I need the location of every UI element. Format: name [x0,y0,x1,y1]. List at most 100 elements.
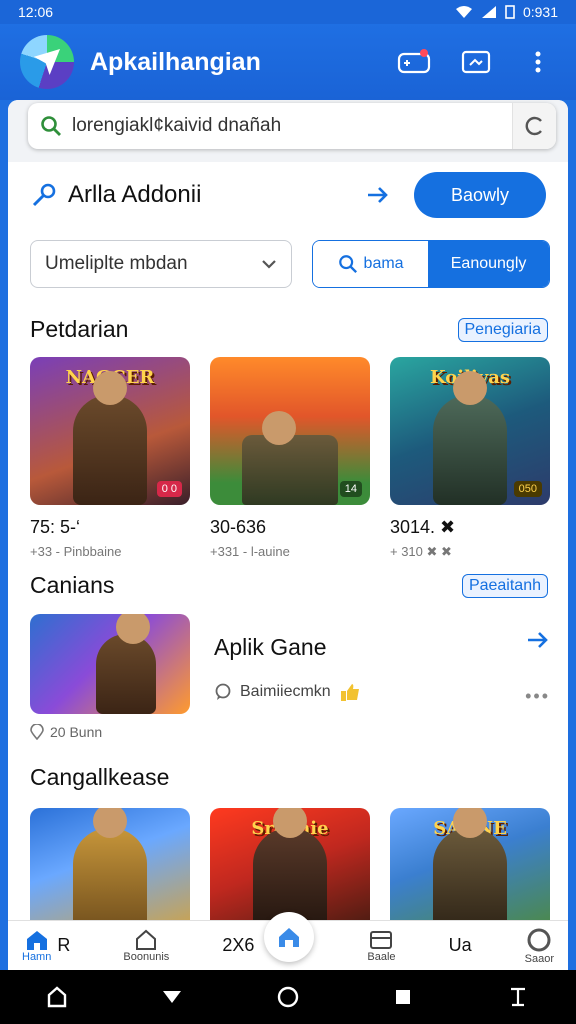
nav-center-text: 2X6 [222,935,255,955]
section-title: Petdarian [30,316,129,342]
app-bar: Apkailhangian [0,24,576,100]
nav-store[interactable]: Baale [367,929,396,963]
nav-last[interactable]: Saaor [525,927,554,965]
game-thumbnail: Koilivas 050 [390,357,550,505]
signal-icon [481,6,496,18]
section-link[interactable]: Penegiaria [457,317,548,342]
status-time: 12:06 [18,4,54,20]
hero-figure [433,808,507,930]
featured-thumbnail [30,614,190,714]
center-fab-button[interactable] [264,912,314,962]
game-thumbnail: 14 [210,357,370,505]
search-area [8,100,568,162]
media-icon[interactable] [458,46,494,78]
game-card[interactable]: Koilivas 050 3014. ✖ + 310 ✖ ✖ [390,357,550,560]
featured-title: Aplik Gane [214,634,327,660]
nav-last-label: Saaor [524,952,554,965]
nav-second[interactable]: Boonunis [123,929,169,963]
refresh-icon [525,116,542,136]
section-header: Cangallkease [30,764,548,791]
segmented-control: bama Eanoungly [312,240,550,288]
section-link[interactable]: Paeaitanh [461,573,548,598]
back-home-icon[interactable] [46,985,68,1009]
more-horiz-icon[interactable]: ••• [525,686,550,707]
temple-figure [242,411,338,505]
nav-home-label: Hamn [22,950,52,963]
store-icon [370,930,393,949]
game-number: 30-636 [210,517,267,537]
hero-figure [96,614,156,714]
action-row: Arlla Addonii Baowly [8,170,568,220]
hero-figure [73,808,147,930]
featured-meta-text: Baimiiecmkn [240,683,331,700]
section-header: Canians Paeaitanh [30,572,548,599]
featured-game[interactable]: Aplik Gane Baimiiecmkn ••• [30,614,550,724]
game-subtitle: +33 - Pinbbaine [30,544,122,559]
section-header: Petdarian Penegiaria [30,316,548,343]
game-card[interactable]: 14 30-636 +331 - l-auine [210,357,370,560]
game-thumbnail: NAGCER 0 0 [30,357,190,505]
wifi-icon [455,6,472,18]
game-number: 3014. ✖ [390,517,456,537]
game-thumbnail [30,808,190,930]
select-value: Umeliplte mbdan [45,253,188,274]
chevron-down-icon [262,260,276,269]
segment-right[interactable]: Eanoungly [428,241,549,287]
content-sheet: Arlla Addonii Baowly Umeliplte mbdan bam… [8,100,568,930]
status-bar: 12:06 0:931 [0,0,576,24]
featured-meta: Baimiiecmkn [214,682,361,702]
thumbs-up-icon [340,684,359,701]
segment-search[interactable]: bama [313,241,429,287]
nav-home[interactable]: Hamn R [22,929,70,963]
nav-store-label: Baale [367,950,396,963]
home-icon [279,928,299,947]
game-card[interactable] [30,808,190,930]
chat-icon [215,683,231,700]
accessibility-icon[interactable] [506,985,530,1009]
game-subtitle: + 310 ✖ ✖ [390,544,452,559]
circle-home-icon[interactable] [276,985,300,1009]
system-nav-bar [0,970,576,1024]
search-input[interactable] [72,115,512,137]
home-icon [26,930,47,950]
arrow-right-icon[interactable] [366,185,390,205]
house-outline-icon [136,929,157,950]
filter-row: Umeliplte mbdan bama Eanoungly [30,240,550,288]
nav-r-label: R [57,935,71,955]
status-right-time: 0:931 [522,4,558,20]
featured-footer: 20 Bunn [30,724,102,740]
game-subtitle: +331 - l-auine [210,544,290,559]
segment-left-label: bama [363,255,404,272]
status-icons: 0:931 [455,4,558,20]
game-number: 75: 5-‘ [30,517,81,537]
game-card[interactable]: NAGCER 0 0 75: 5-‘ +33 - Pinbbaine [30,357,190,560]
arrow-right-icon[interactable] [526,630,550,650]
search-icon [338,255,357,274]
hero-figure [433,371,507,505]
record-icon [527,928,551,951]
triangle-down-icon[interactable] [161,988,183,1006]
gamepad-icon[interactable] [396,46,432,78]
featured-footer-text: 20 Bunn [50,724,103,740]
search-icon [41,116,61,136]
hero-figure [73,371,147,505]
square-recents-icon[interactable] [393,987,413,1007]
refresh-button[interactable] [512,103,556,149]
battery-icon [505,5,515,19]
search-bar[interactable] [28,103,556,149]
game-badge: 0 0 [156,481,182,497]
more-vert-icon[interactable] [520,46,556,78]
game-thumbnail: SANNE [390,808,550,930]
nav-second-label: Boonunis [123,950,170,963]
key-icon [32,183,56,207]
game-card-row: NAGCER 0 0 75: 5-‘ +33 - Pinbbaine 14 30… [30,357,550,560]
category-select[interactable]: Umeliplte mbdan [30,240,292,288]
game-badge: 14 [339,481,362,497]
primary-action-button[interactable]: Baowly [414,172,546,218]
app-logo-icon [20,35,74,89]
section-title: Cangallkease [30,764,170,790]
app-title: Apkailhangian [90,47,261,76]
nav-ua[interactable]: Ua [449,935,472,956]
game-card[interactable]: SANNE [390,808,550,930]
game-badge: 050 [513,481,542,497]
